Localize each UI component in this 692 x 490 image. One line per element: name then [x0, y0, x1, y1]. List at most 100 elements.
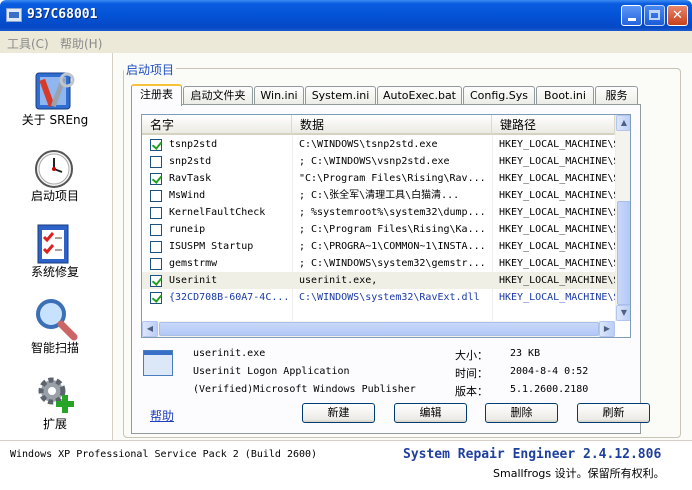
row-checkbox[interactable] — [150, 224, 162, 236]
help-link[interactable]: 帮助 — [150, 407, 174, 424]
column-header-name[interactable]: 名字 — [142, 115, 292, 135]
sidebar-item-extend[interactable]: 扩展 — [0, 363, 110, 433]
row-checkbox[interactable] — [150, 190, 162, 202]
magnifier-icon — [36, 299, 78, 341]
checklist-icon — [37, 224, 69, 264]
scroll-left-button[interactable]: ◀ — [142, 321, 158, 337]
table-row[interactable]: snp2std ; C:\WINDOWS\vsnp2std.exe HKEY_LOC… — [142, 153, 615, 170]
group-title: 启动项目 — [124, 61, 177, 78]
row-checkbox[interactable] — [150, 275, 162, 287]
tab-autoexec-bat[interactable]: AutoExec.bat — [377, 86, 462, 105]
row-checkbox[interactable] — [150, 258, 162, 270]
scroll-up-button[interactable]: ▲ — [616, 115, 630, 131]
scroll-down-button[interactable]: ▼ — [616, 305, 630, 321]
sidebar-item-label: 系统修复 — [30, 265, 79, 279]
row-name: tsnp2std — [169, 139, 218, 150]
title-bar[interactable]: 937C68001 ✕ — [0, 0, 692, 31]
menu-bar: 工具(C) 帮助(H) — [0, 31, 692, 53]
scroll-right-button[interactable]: ▶ — [599, 321, 615, 337]
tools-icon — [35, 72, 75, 110]
menu-help[interactable]: 帮助(H) — [60, 35, 102, 52]
horizontal-scroll-thumb[interactable] — [159, 322, 599, 336]
row-data: ; C:\PROGRA~1\COMMON~1\INSTA... — [299, 241, 486, 252]
minimize-icon — [627, 18, 636, 21]
sidebar-item-label: 启动项目 — [30, 189, 79, 203]
tab-registry[interactable]: 注册表 — [131, 84, 182, 106]
table-row[interactable]: KernelFaultCheck ; %systemroot%\system32\… — [142, 204, 615, 221]
table-row[interactable]: gemstrmw ; C:\WINDOWS\system32\gemstr... H… — [142, 255, 615, 272]
maximize-icon — [649, 10, 660, 20]
vertical-scroll-thumb[interactable] — [617, 201, 630, 305]
time-value: 2004-8-4 0:52 — [510, 366, 589, 377]
tab-config-sys[interactable]: Config.Sys — [463, 86, 535, 105]
startup-list[interactable]: 名字 数据 键路径 tsnp2std C:\WINDOWS\tsnp2std.ex… — [141, 114, 631, 338]
row-key-path: HKEY_LOCAL_MACHINE\Sof — [499, 241, 615, 252]
row-key-path: HKEY_LOCAL_MACHINE\SOF — [499, 292, 615, 303]
minimize-button[interactable] — [621, 5, 642, 26]
row-key-path: HKEY_LOCAL_MACHINE\Sof — [499, 258, 615, 269]
detail-filename: userinit.exe — [193, 348, 266, 359]
row-name: {32CD708B-60A7-4C... — [169, 292, 290, 303]
row-key-path: HKEY_LOCAL_MACHINE\Sof — [499, 190, 615, 201]
sidebar-item-repair[interactable]: 系统修复 — [0, 211, 110, 281]
table-row[interactable]: ISUSPM Startup ; C:\PROGRA~1\COMMON~1\INS… — [142, 238, 615, 255]
table-row[interactable]: MsWind ; C:\张全军\清理工具\白猫清... HKEY_LOCAL_MAC… — [142, 187, 615, 204]
column-header-key[interactable]: 键路径 — [492, 115, 615, 135]
row-key-path: HKEY_LOCAL_MACHINE\Sof — [499, 156, 615, 167]
sidebar-item-label: 关于 SREng — [21, 113, 89, 127]
row-checkbox[interactable] — [150, 173, 162, 185]
row-key-path: HKEY_LOCAL_MACHINE\Sof — [499, 224, 615, 235]
tab-boot-ini[interactable]: Boot.ini — [536, 86, 594, 105]
close-button[interactable]: ✕ — [667, 5, 688, 26]
row-name: RavTask — [169, 173, 212, 184]
detail-description: Userinit Logon Application — [193, 366, 350, 377]
file-icon — [143, 350, 173, 376]
sidebar-item-about[interactable]: 关于 SREng — [0, 59, 110, 129]
row-checkbox[interactable] — [150, 241, 162, 253]
tab-startup-folder[interactable]: 启动文件夹 — [183, 86, 253, 105]
row-checkbox[interactable] — [150, 292, 162, 304]
sidebar-item-startup[interactable]: 启动项目 — [0, 135, 110, 205]
vertical-scrollbar[interactable]: ▲ ▼ — [615, 115, 630, 321]
row-name: gemstrmw — [169, 258, 218, 269]
sidebar-item-scan[interactable]: 智能扫描 — [0, 287, 110, 357]
delete-button[interactable]: 删除 — [485, 403, 558, 423]
gear-plus-icon — [38, 377, 74, 413]
horizontal-scrollbar[interactable]: ◀ ▶ — [142, 321, 615, 337]
detail-publisher: (Verified)Microsoft Windows Publisher — [193, 384, 416, 395]
edit-button[interactable]: 编辑 — [394, 403, 467, 423]
row-checkbox[interactable] — [150, 139, 162, 151]
row-name: snp2std — [169, 156, 212, 167]
row-key-path: HKEY_LOCAL_MACHINE\Sof — [499, 275, 615, 286]
tab-services[interactable]: 服务 — [595, 86, 638, 105]
tab-system-ini[interactable]: System.ini — [305, 86, 376, 105]
table-row[interactable]: Userinit userinit.exe, HKEY_LOCAL_MACHINE\… — [142, 272, 615, 289]
row-key-path: HKEY_LOCAL_MACHINE\Sof — [499, 173, 615, 184]
row-checkbox[interactable] — [150, 207, 162, 219]
row-name: Userinit — [169, 275, 218, 286]
row-name: MsWind — [169, 190, 206, 201]
list-header: 名字 数据 键路径 — [142, 115, 615, 135]
sidebar-item-label: 扩展 — [42, 417, 67, 431]
table-row[interactable]: RavTask "C:\Program Files\Rising\Rav... HK… — [142, 170, 615, 187]
row-data: ; %systemroot%\system32\dump... — [299, 207, 486, 218]
table-row[interactable]: runeip ; C:\Program Files\Rising\Ka... HKE… — [142, 221, 615, 238]
menu-tools[interactable]: 工具(C) — [7, 35, 49, 52]
table-row[interactable]: {32CD708B-60A7-4C... C:\WINDOWS\system32\… — [142, 289, 615, 306]
row-checkbox[interactable] — [150, 156, 162, 168]
row-data: C:\WINDOWS\system32\RavExt.dll — [299, 292, 480, 303]
maximize-button[interactable] — [644, 5, 665, 26]
table-row[interactable]: tsnp2std C:\WINDOWS\tsnp2std.exe HKEY_LOCA… — [142, 136, 615, 153]
new-button[interactable]: 新建 — [302, 403, 375, 423]
size-label: 大小： — [455, 349, 488, 362]
column-header-data[interactable]: 数据 — [292, 115, 492, 135]
time-label: 时间： — [455, 367, 488, 380]
os-version-text: Windows XP Professional Service Pack 2 (… — [10, 449, 318, 460]
version-label: 版本： — [455, 385, 488, 398]
tab-win-ini[interactable]: Win.ini — [254, 86, 304, 105]
size-value: 23 KB — [510, 348, 541, 359]
refresh-button[interactable]: 刷新 — [577, 403, 650, 423]
row-data: ; C:\Program Files\Rising\Ka... — [299, 224, 486, 235]
row-data: "C:\Program Files\Rising\Rav... — [299, 173, 486, 184]
version-value: 5.1.2600.2180 — [510, 384, 589, 395]
